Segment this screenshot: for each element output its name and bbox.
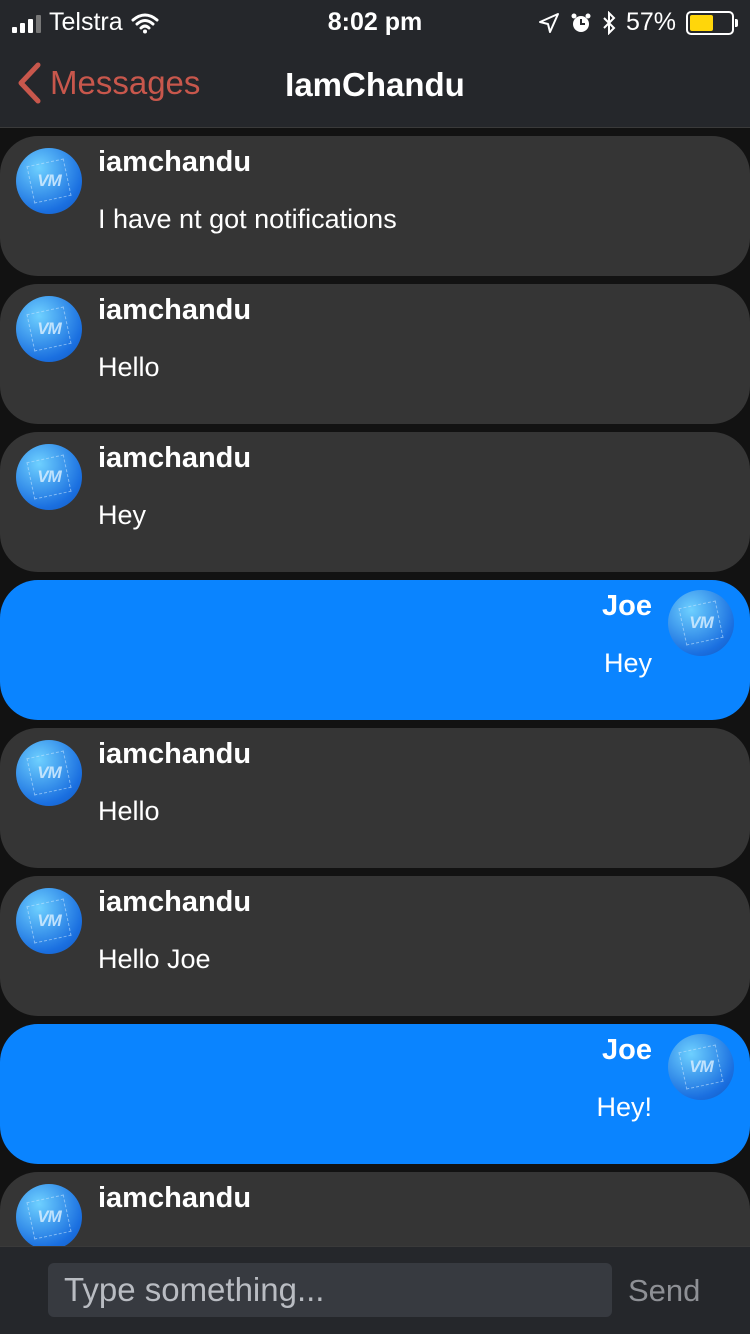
message-bubble: VM iamchandu Hello: [0, 728, 750, 868]
message-bubble: VM iamchandu Hello: [0, 284, 750, 424]
message-bubble: VM iamchandu Hello Joe: [0, 876, 750, 1016]
message-text: Hey!: [596, 1092, 652, 1122]
vm-logo-avatar-icon: VM: [16, 444, 82, 510]
message-list[interactable]: VM iamchandu I have nt got notifications…: [0, 128, 750, 1246]
message-text: Hey: [98, 500, 147, 530]
message-sender: iamchandu: [98, 738, 252, 770]
vm-logo-avatar-icon: VM: [16, 1184, 82, 1246]
message-sender: iamchandu: [98, 1182, 252, 1214]
vm-logo-avatar-icon: VM: [16, 296, 82, 362]
message-bubble-outgoing: VM Joe Hey: [0, 580, 750, 720]
vm-logo-avatar-icon: VM: [668, 590, 734, 656]
vm-logo-avatar-icon: VM: [16, 888, 82, 954]
location-arrow-icon: [538, 12, 559, 33]
message-sender: iamchandu: [98, 886, 252, 918]
status-bar: Telstra 8:02 pm 57%: [0, 0, 750, 42]
send-button[interactable]: Send: [628, 1273, 700, 1309]
battery-icon: [686, 10, 738, 35]
message-bubble-outgoing: VM Joe Hey!: [0, 1024, 750, 1164]
message-text: Hey: [603, 648, 652, 678]
message-text: Hello Joe: [98, 944, 211, 974]
status-right: 57%: [538, 8, 738, 37]
navigation-bar: Messages IamChandu: [0, 42, 750, 128]
message-bubble: VM iamchandu Hey: [0, 432, 750, 572]
battery-percent: 57%: [625, 8, 676, 36]
bluetooth-icon: [603, 10, 616, 35]
message-sender: iamchandu: [98, 146, 252, 178]
message-sender: iamchandu: [98, 442, 252, 474]
page-title: IamChandu: [285, 66, 465, 103]
message-bubble: VM iamchandu I have nt got notifications: [0, 136, 750, 276]
message-sender: iamchandu: [98, 294, 252, 326]
message-input[interactable]: [48, 1263, 612, 1317]
message-text: Hello: [98, 352, 160, 382]
alarm-clock-icon: [571, 13, 591, 32]
composer-bar: Send: [0, 1246, 750, 1334]
vm-logo-avatar-icon: VM: [16, 740, 82, 806]
message-text: Hello: [98, 796, 160, 826]
message-text: I have nt got notifications: [98, 204, 397, 234]
vm-logo-avatar-icon: VM: [16, 148, 82, 214]
vm-logo-avatar-icon: VM: [668, 1034, 734, 1100]
message-sender: Joe: [602, 1034, 652, 1066]
message-sender: Joe: [602, 590, 652, 622]
battery-level-fill: [690, 14, 713, 31]
message-bubble: VM iamchandu: [0, 1172, 750, 1246]
